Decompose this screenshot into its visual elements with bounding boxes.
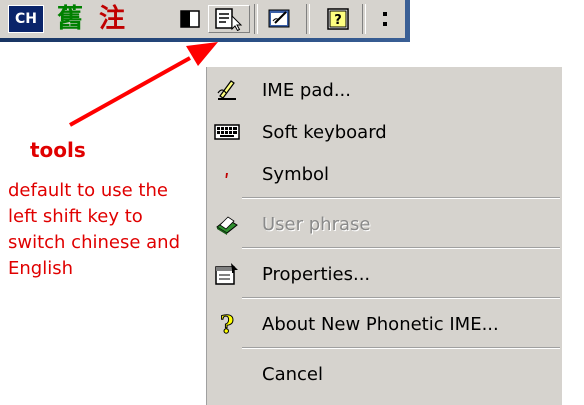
annotation-arrow [69,42,218,127]
